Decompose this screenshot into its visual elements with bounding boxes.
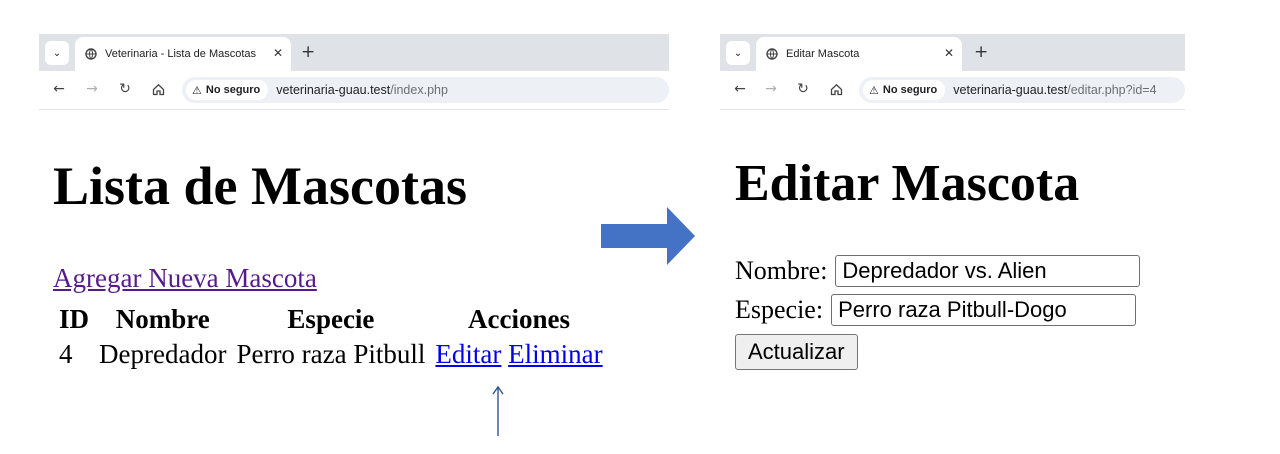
security-chip[interactable]: ⚠ No seguro bbox=[186, 80, 269, 100]
nombre-label: Nombre: bbox=[735, 256, 828, 285]
table-row: 4 Depredador Perro raza Pitbull Editar E… bbox=[57, 339, 605, 370]
tab-active[interactable]: Editar Mascota ✕ bbox=[756, 37, 962, 71]
tab-active[interactable]: Veterinaria - Lista de Mascotas ✕ bbox=[75, 37, 291, 71]
cell-id: 4 bbox=[59, 339, 73, 369]
delete-link[interactable]: Eliminar bbox=[508, 339, 602, 369]
cell-acciones: Editar Eliminar bbox=[433, 339, 604, 370]
tab-strip: ⌄ Veterinaria - Lista de Mascotas ✕ + bbox=[39, 34, 669, 71]
plus-icon[interactable]: + bbox=[974, 42, 988, 62]
flow-arrow-shape bbox=[601, 207, 695, 265]
browser-toolbar: ← → ↻ ⚠ No seguro veterinaria-guau.test/… bbox=[720, 71, 1185, 110]
nombre-input[interactable] bbox=[835, 255, 1141, 287]
security-chip[interactable]: ⚠ No seguro bbox=[863, 80, 946, 100]
chevron-down-icon: ⌄ bbox=[52, 47, 62, 59]
reload-icon[interactable]: ↻ bbox=[117, 81, 133, 97]
browser-window-edit: ⌄ Editar Mascota ✕ + ← → ↻ ⚠ No seguro v… bbox=[720, 34, 1185, 454]
especie-row: Especie: bbox=[735, 294, 1137, 326]
tab-title: Editar Mascota bbox=[786, 48, 860, 60]
forward-icon[interactable]: → bbox=[763, 81, 779, 97]
column-header-acciones: Acciones bbox=[468, 304, 570, 334]
address-bar[interactable]: ⚠ No seguro veterinaria-guau.test/index.… bbox=[182, 77, 669, 103]
column-header-id: ID bbox=[59, 304, 90, 334]
globe-icon bbox=[766, 48, 778, 60]
tab-search-button[interactable]: ⌄ bbox=[45, 41, 69, 65]
globe-icon bbox=[85, 48, 97, 60]
nombre-row: Nombre: bbox=[735, 255, 1141, 287]
page-title: Editar Mascota bbox=[735, 155, 1080, 212]
table-header-row: ID Nombre Especie Acciones bbox=[57, 304, 605, 335]
especie-label: Especie: bbox=[735, 295, 824, 324]
url-text: veterinaria-guau.test/editar.php?id=4 bbox=[953, 83, 1157, 97]
back-icon[interactable]: ← bbox=[51, 81, 67, 97]
url-text: veterinaria-guau.test/index.php bbox=[276, 83, 448, 97]
plus-icon[interactable]: + bbox=[301, 42, 315, 62]
browser-toolbar: ← → ↻ ⚠ No seguro veterinaria-guau.test/… bbox=[39, 71, 669, 110]
home-icon[interactable] bbox=[828, 81, 844, 97]
tab-strip: ⌄ Editar Mascota ✕ + bbox=[720, 34, 1185, 71]
column-header-especie: Especie bbox=[287, 304, 375, 334]
warning-icon: ⚠ bbox=[869, 83, 879, 97]
add-pet-link[interactable]: Agregar Nueva Mascota bbox=[53, 263, 317, 294]
tab-search-button[interactable]: ⌄ bbox=[726, 41, 750, 65]
cell-nombre: Depredador bbox=[99, 339, 227, 369]
security-chip-label: No seguro bbox=[882, 84, 938, 96]
address-bar[interactable]: ⚠ No seguro veterinaria-guau.test/editar… bbox=[859, 77, 1185, 103]
flow-arrow bbox=[601, 207, 695, 265]
home-icon[interactable] bbox=[150, 81, 166, 97]
pointer-arrow bbox=[492, 385, 504, 436]
close-icon[interactable]: ✕ bbox=[273, 46, 283, 60]
pets-table: ID Nombre Especie Acciones 4 Depredador … bbox=[51, 300, 611, 374]
browser-window-list: ⌄ Veterinaria - Lista de Mascotas ✕ + ← … bbox=[39, 34, 669, 454]
warning-icon: ⚠ bbox=[192, 83, 202, 97]
pointer-arrow-shape bbox=[492, 385, 504, 436]
close-icon[interactable]: ✕ bbox=[944, 46, 954, 60]
page-title: Lista de Mascotas bbox=[53, 156, 467, 216]
back-icon[interactable]: ← bbox=[732, 81, 748, 97]
especie-input[interactable] bbox=[831, 294, 1137, 326]
edit-link[interactable]: Editar bbox=[435, 339, 501, 369]
tab-title: Veterinaria - Lista de Mascotas bbox=[105, 48, 257, 60]
security-chip-label: No seguro bbox=[205, 84, 261, 96]
reload-icon[interactable]: ↻ bbox=[795, 81, 811, 97]
cell-especie: Perro raza Pitbull bbox=[236, 339, 426, 369]
update-button[interactable]: Actualizar bbox=[735, 334, 858, 370]
column-header-nombre: Nombre bbox=[115, 304, 210, 334]
forward-icon[interactable]: → bbox=[84, 81, 100, 97]
chevron-down-icon: ⌄ bbox=[733, 47, 743, 59]
